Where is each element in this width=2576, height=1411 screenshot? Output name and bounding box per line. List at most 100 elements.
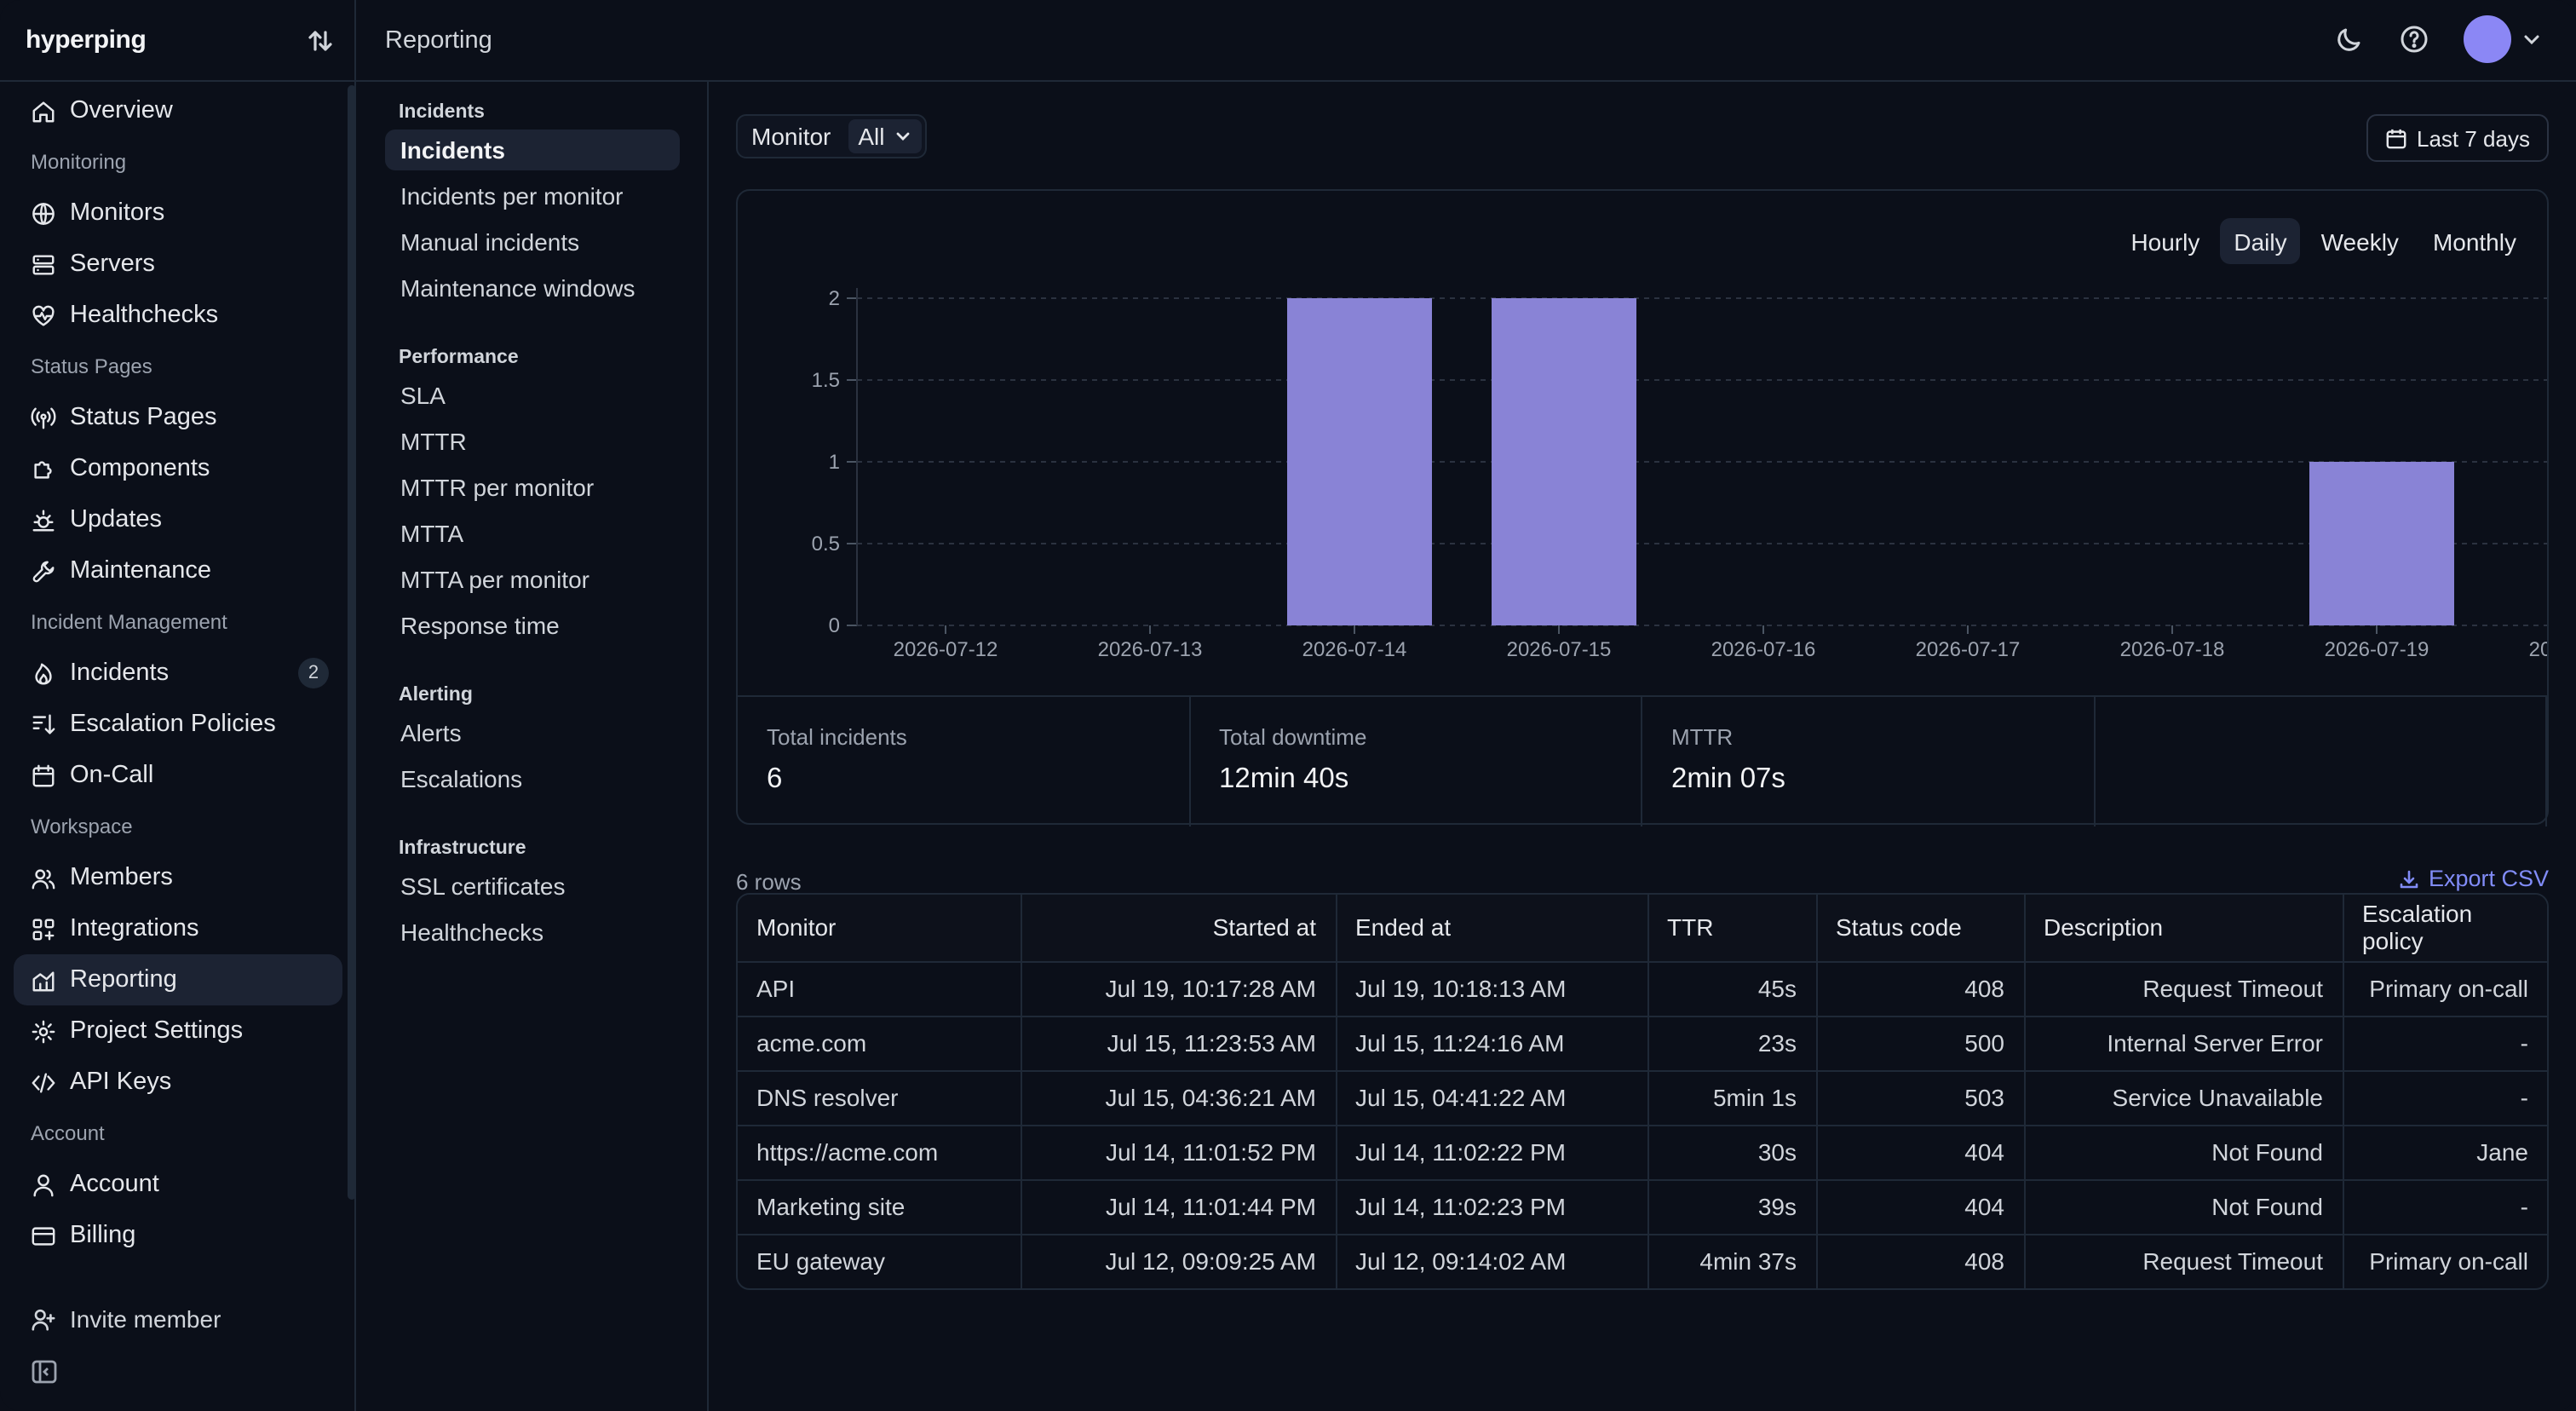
stat-card: Total incidents 6 <box>738 697 1190 826</box>
sidebar-item-components[interactable]: Components <box>14 443 342 494</box>
row-count: 6 rows <box>736 869 802 895</box>
stat-value: 6 <box>767 763 783 794</box>
sidebar-item-integrations[interactable]: Integrations <box>14 903 342 954</box>
sidebar-item-incidents[interactable]: Incidents 2 <box>14 648 342 699</box>
subnav-item-mtta[interactable]: MTTA <box>385 513 680 554</box>
help-icon[interactable] <box>2399 24 2429 55</box>
cell-started-at: Jul 14, 11:01:52 PM <box>1021 1125 1337 1180</box>
reporting-subnav: Incidents Incidents Incidents per monitor M… <box>356 82 709 1411</box>
subnav-item-healthchecks[interactable]: Healthchecks <box>385 912 680 953</box>
sidebar-item-servers[interactable]: Servers <box>14 239 342 290</box>
x-tick-label: 2026-07-15 <box>1507 638 1612 661</box>
sidebar-item-label: Integrations <box>70 915 199 942</box>
sidebar-item-escalation-policies[interactable]: Escalation Policies <box>14 699 342 750</box>
table-row[interactable]: acme.com Jul 15, 11:23:53 AM Jul 15, 11:24… <box>738 1016 2547 1071</box>
sidebar-item-label: Overview <box>70 97 173 124</box>
collapse-sidebar-icon[interactable] <box>31 1358 58 1385</box>
monitor-filter-select[interactable]: All <box>848 119 923 153</box>
column-header-description[interactable]: Description <box>2024 895 2343 962</box>
sidebar-item-status-pages[interactable]: Status Pages <box>14 392 342 443</box>
cell-escalation-policy: - <box>2343 1179 2547 1235</box>
cell-monitor: EU gateway <box>738 1234 1021 1288</box>
granularity-hourly-button[interactable]: Hourly <box>2117 218 2213 264</box>
table-row[interactable]: https://acme.com Jul 14, 11:01:52 PM Jul 1… <box>738 1125 2547 1180</box>
sidebar-item-label: Account <box>70 1171 159 1198</box>
stat-card: MTTR 2min 07s <box>1642 697 2095 826</box>
table-row[interactable]: DNS resolver Jul 15, 04:36:21 AM Jul 15, 0… <box>738 1070 2547 1126</box>
subnav-item-escalations[interactable]: Escalations <box>385 758 680 799</box>
cell-monitor: API <box>738 961 1021 1016</box>
table-row[interactable]: EU gateway Jul 12, 09:09:25 AM Jul 12, 09:… <box>738 1234 2547 1288</box>
subnav-item-sla[interactable]: SLA <box>385 375 680 416</box>
x-tick-label: 2026-07-13 <box>1098 638 1203 661</box>
cell-started-at: Jul 12, 09:09:25 AM <box>1021 1234 1337 1288</box>
export-csv-button[interactable]: Export CSV <box>2400 866 2549 891</box>
sidebar-item-reporting[interactable]: Reporting <box>14 954 342 1005</box>
sidebar-item-members[interactable]: Members <box>14 852 342 903</box>
sidebar-item-updates[interactable]: Updates <box>14 494 342 545</box>
granularity-monthly-button[interactable]: Monthly <box>2419 218 2530 264</box>
stats-row: Total incidents 6 Total downtime 12min 40s M… <box>738 695 2547 826</box>
sidebar-scrollbar[interactable] <box>348 85 356 1200</box>
invite-member-button[interactable]: Invite member <box>14 1295 238 1343</box>
column-header-monitor[interactable]: Monitor <box>738 895 1021 962</box>
column-header-started-at[interactable]: Started at <box>1021 895 1337 962</box>
stat-card <box>2095 697 2547 826</box>
sidebar-item-monitors[interactable]: Monitors <box>14 187 342 239</box>
sidebar-item-on-call[interactable]: On-Call <box>14 750 342 801</box>
subnav-item-mtta-per-monitor[interactable]: MTTA per monitor <box>385 559 680 600</box>
cell-ttr: 30s <box>1647 1125 1817 1180</box>
cell-status-code: 503 <box>1816 1070 2025 1126</box>
cell-escalation-policy: Primary on-call <box>2343 961 2547 1016</box>
sidebar-nav: Overview Monitoring Monitors Servers Healthc… <box>0 85 356 1292</box>
sidebar-item-label: Reporting <box>70 966 177 993</box>
cell-description: Request Timeout <box>2024 1234 2343 1288</box>
column-header-ttr[interactable]: TTR <box>1647 895 1817 962</box>
table-row[interactable]: API Jul 19, 10:17:28 AM Jul 19, 10:18:13 A… <box>738 961 2547 1016</box>
flame-icon <box>35 662 52 684</box>
avatar[interactable] <box>2464 15 2511 63</box>
sidebar-group-label: Account <box>31 1121 105 1145</box>
sidebar-item-maintenance[interactable]: Maintenance <box>14 545 342 596</box>
user-menu[interactable] <box>2464 15 2542 63</box>
table-row[interactable]: Marketing site Jul 14, 11:01:44 PM Jul 14,… <box>738 1179 2547 1235</box>
gear-icon <box>32 1019 55 1043</box>
sidebar-item-healthchecks[interactable]: Healthchecks <box>14 290 342 341</box>
column-header-escalation-policy[interactable]: Escalation policy <box>2343 895 2547 962</box>
sidebar-item-account[interactable]: Account <box>14 1159 342 1210</box>
y-tick-label: 2 <box>829 287 840 310</box>
subnav-item-manual-incidents[interactable]: Manual incidents <box>385 222 680 262</box>
user-icon <box>33 1173 54 1196</box>
export-csv-label: Export CSV <box>2428 866 2549 891</box>
subnav-item-incidents[interactable]: Incidents <box>385 130 680 170</box>
top-actions <box>2334 15 2542 63</box>
cell-description: Request Timeout <box>2024 961 2343 1016</box>
subnav-item-mttr[interactable]: MTTR <box>385 421 680 462</box>
sidebar-group-label: Workspace <box>31 815 133 838</box>
subnav-item-alerts[interactable]: Alerts <box>385 712 680 753</box>
subnav-item-incidents-per-monitor[interactable]: Incidents per monitor <box>385 176 680 216</box>
column-header-ended-at[interactable]: Ended at <box>1336 895 1648 962</box>
granularity-daily-button[interactable]: Daily <box>2220 218 2301 264</box>
cell-ended-at: Jul 15, 11:24:16 AM <box>1336 1016 1648 1071</box>
cell-description: Service Unavailable <box>2024 1070 2343 1126</box>
stat-label: Total downtime <box>1219 724 1367 750</box>
granularity-weekly-button[interactable]: Weekly <box>2308 218 2412 264</box>
subnav-item-response-time[interactable]: Response time <box>385 605 680 646</box>
bar-2026-07-19 <box>2309 462 2454 625</box>
column-header-status-code[interactable]: Status code <box>1816 895 2025 962</box>
sidebar-item-project-settings[interactable]: Project Settings <box>14 1005 342 1057</box>
subnav-item-ssl-certificates[interactable]: SSL certificates <box>385 866 680 907</box>
sidebar-item-api-keys[interactable]: API Keys <box>14 1057 342 1108</box>
sidebar-item-billing[interactable]: Billing <box>14 1210 342 1261</box>
sidebar-item-overview[interactable]: Overview <box>14 85 342 136</box>
date-range-button[interactable]: Last 7 days <box>2366 114 2549 162</box>
moon-icon[interactable] <box>2334 24 2365 55</box>
subnav-item-mttr-per-monitor[interactable]: MTTR per monitor <box>385 467 680 508</box>
subnav-item-maintenance-windows[interactable]: Maintenance windows <box>385 268 680 308</box>
sidebar-item-label: Components <box>70 455 210 482</box>
cell-status-code: 404 <box>1816 1179 2025 1235</box>
bar-2026-07-14 <box>1287 298 1432 625</box>
cell-ttr: 45s <box>1647 961 1817 1016</box>
switch-project-icon[interactable] <box>307 26 334 54</box>
